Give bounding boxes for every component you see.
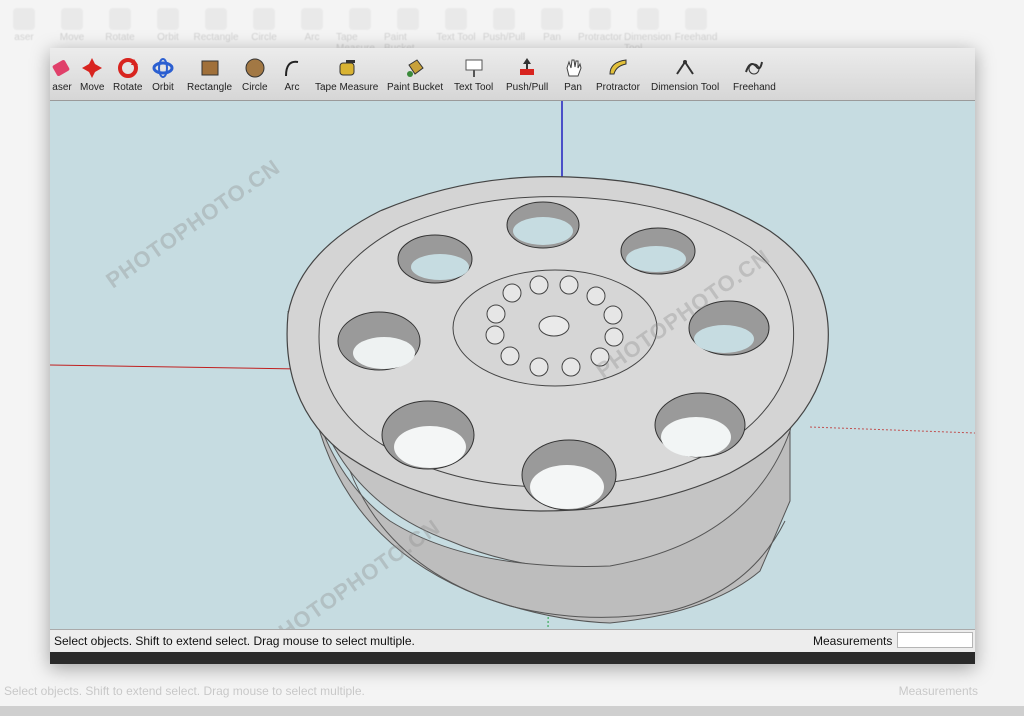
measurements-label: Measurements	[813, 634, 893, 648]
paint-bucket-icon	[403, 56, 427, 80]
tool-label: Rectangle	[187, 82, 233, 93]
tool-label: Arc	[284, 82, 300, 93]
background-tool-label: Move	[59, 32, 85, 43]
status-text: Select objects. Shift to extend select. …	[54, 634, 415, 648]
background-tool-icon	[685, 8, 707, 30]
red-axis-dashed	[809, 426, 975, 434]
rectangle-icon	[198, 56, 222, 80]
tool-tape-measure-button[interactable]: Tape Measure	[315, 56, 378, 93]
tool-circle-button[interactable]: Circle	[242, 56, 268, 93]
background-tool-icon	[397, 8, 419, 30]
tool-label: Move	[80, 82, 105, 93]
background-tool-icon	[13, 8, 35, 30]
background-bottom-bar	[0, 706, 1024, 716]
tool-label: Paint Bucket	[387, 82, 444, 93]
protractor-icon	[606, 56, 630, 80]
background-tool-icon	[205, 8, 227, 30]
background-tool-icon	[589, 8, 611, 30]
background-tool-label: Push/Pull	[482, 32, 526, 43]
tool-dimension-tool-button[interactable]: Dimension Tool	[651, 56, 719, 93]
window-bottom-edge	[50, 652, 975, 664]
tool-push-pull-button[interactable]: Push/Pull	[506, 56, 548, 93]
center-bore	[538, 315, 570, 337]
text-tool-icon	[462, 56, 486, 80]
modeling-viewport[interactable]: PHOTOPHOTO.CN PHOTOPHOTO.CN PHOTOPHOTO.C…	[50, 101, 975, 653]
circle-icon	[243, 56, 267, 80]
tool-freehand-button[interactable]: Freehand	[733, 56, 776, 93]
tool-label: Orbit	[152, 82, 174, 93]
background-tool-label: Protractor	[578, 32, 622, 43]
background-tool-icon	[637, 8, 659, 30]
background-tool-label: Rotate	[105, 32, 135, 43]
orbit-icon	[151, 56, 175, 80]
status-bar: Select objects. Shift to extend select. …	[50, 629, 975, 652]
background-tool-icon	[253, 8, 275, 30]
tool-label: Tape Measure	[315, 82, 379, 93]
background-tool-label: Pan	[543, 32, 561, 43]
model-canvas[interactable]	[50, 101, 975, 630]
arc-icon	[280, 56, 304, 80]
background-tool-icon	[61, 8, 83, 30]
tool-label: Dimension Tool	[651, 82, 720, 93]
background-tool-label: Arc	[304, 32, 320, 43]
tool-arc-button[interactable]: Arc	[280, 56, 304, 93]
background-tool-icon	[493, 8, 515, 30]
tool-label: Pan	[564, 82, 582, 93]
tool-text-tool-button[interactable]: Text Tool	[454, 56, 493, 93]
eraser-icon	[50, 56, 74, 80]
tool-label: Protractor	[596, 82, 640, 93]
background-tool-icon	[541, 8, 563, 30]
push-pull-icon	[515, 56, 539, 80]
sketchup-window: aser Move Rotate Orbit Rectangle Circle …	[50, 48, 975, 664]
freehand-icon	[742, 56, 766, 80]
background-measurements-reflection: Measurements	[898, 684, 978, 698]
tool-label: Circle	[242, 82, 268, 93]
tool-rotate-button[interactable]: Rotate	[113, 56, 142, 93]
background-tool-icon	[109, 8, 131, 30]
rotate-icon	[116, 56, 140, 80]
tool-label: Rotate	[113, 82, 143, 93]
tool-label: Push/Pull	[506, 82, 549, 93]
background-tool-label: Circle	[251, 32, 277, 43]
tape-measure-icon	[335, 56, 359, 80]
dimension-tool-icon	[673, 56, 697, 80]
measurements-field[interactable]	[897, 632, 973, 648]
background-tool-label: Orbit	[157, 32, 179, 43]
background-status-reflection: Select objects. Shift to extend select. …	[4, 684, 365, 698]
tool-protractor-button[interactable]: Protractor	[596, 56, 640, 93]
background-tool-label: aser	[14, 32, 34, 43]
background-tool: aser	[0, 0, 48, 58]
background-tool-icon	[157, 8, 179, 30]
tool-label: aser	[52, 82, 72, 93]
background-tool-icon	[445, 8, 467, 30]
tool-label: Freehand	[733, 82, 776, 93]
pan-icon	[561, 56, 585, 80]
background-tool-icon	[349, 8, 371, 30]
tool-paint-bucket-button[interactable]: Paint Bucket	[387, 56, 443, 93]
tool-pan-button[interactable]: Pan	[561, 56, 585, 93]
tool-move-button[interactable]: Move	[80, 56, 104, 93]
background-tool-icon	[301, 8, 323, 30]
tool-rectangle-button[interactable]: Rectangle	[187, 56, 232, 93]
move-icon	[80, 56, 104, 80]
background-tool-label: Freehand	[674, 32, 718, 43]
background-tool-label: Text Tool	[436, 32, 476, 43]
tool-label: Text Tool	[454, 82, 494, 93]
tool-eraser-button[interactable]: aser	[50, 56, 74, 93]
tool-orbit-button[interactable]: Orbit	[151, 56, 175, 93]
red-axis	[50, 364, 301, 370]
tools-toolbar: aser Move Rotate Orbit Rectangle Circle …	[50, 48, 975, 101]
background-tool-label: Rectangle	[193, 32, 239, 43]
